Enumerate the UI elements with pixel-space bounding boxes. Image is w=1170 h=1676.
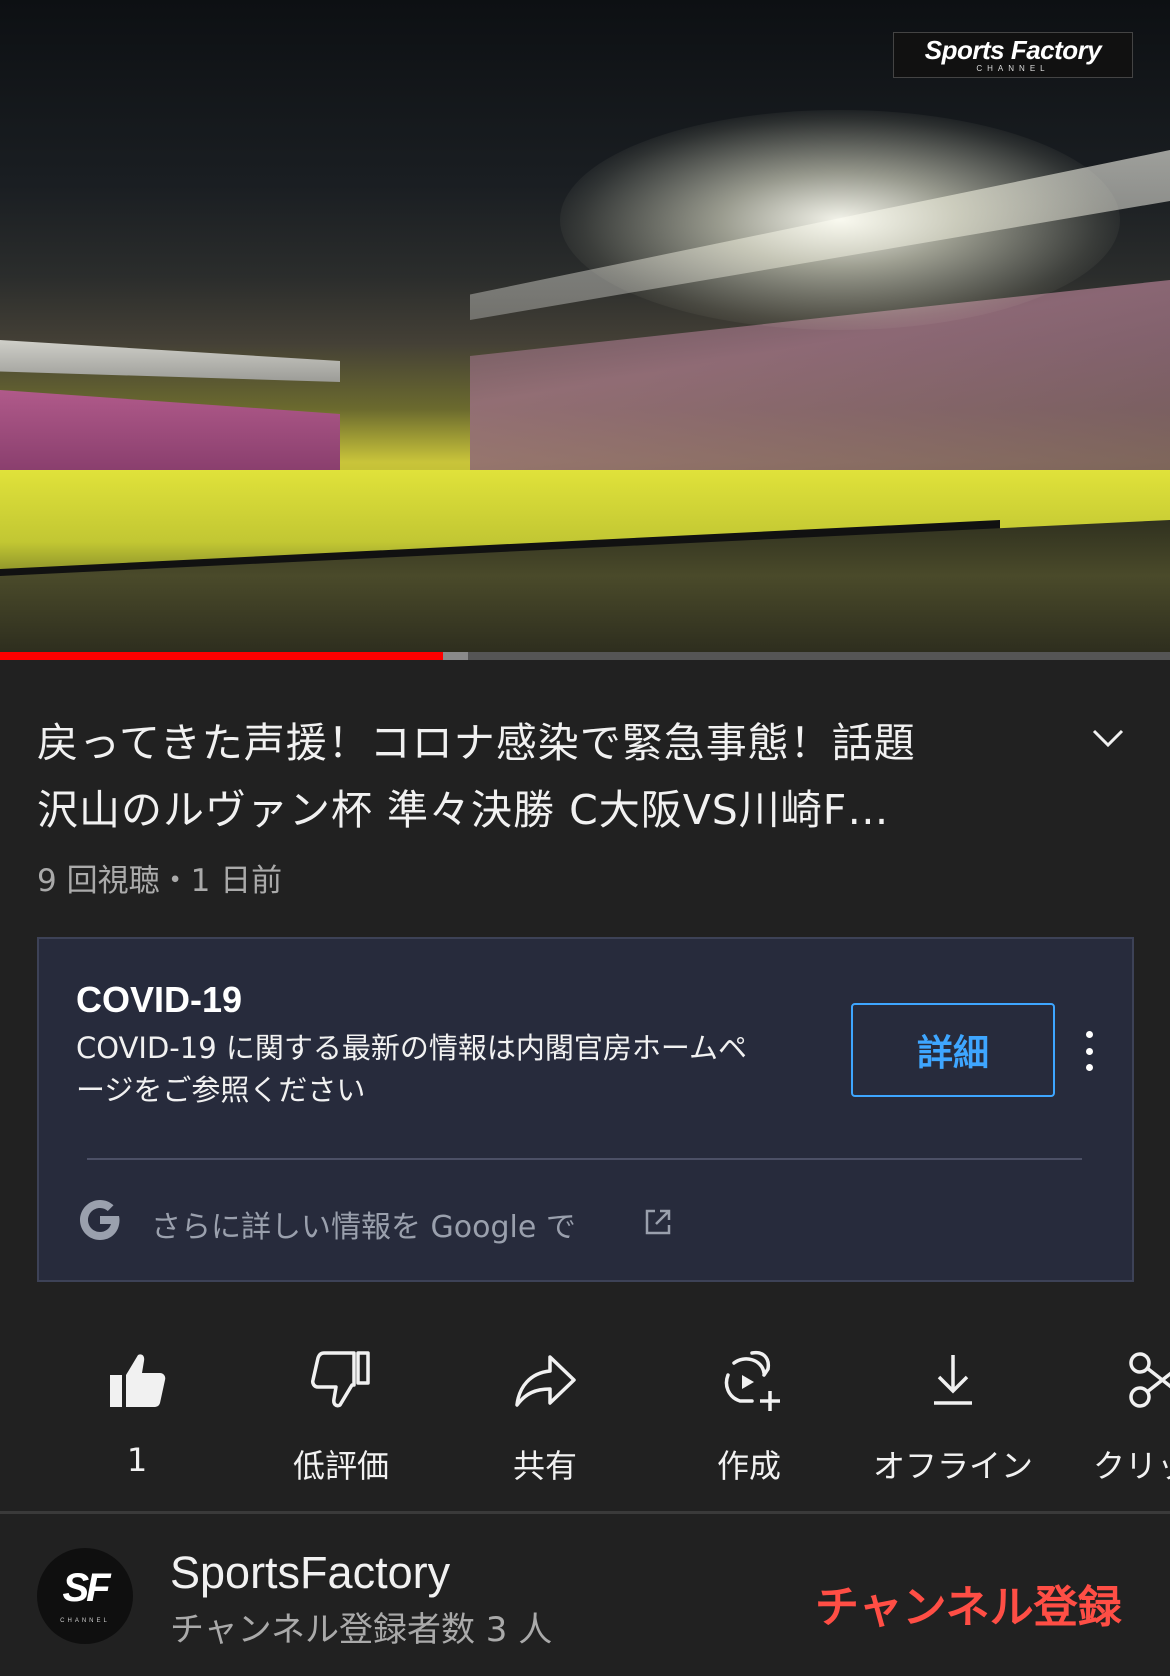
video-player[interactable]: Sports Factory CHANNEL [0,0,1170,660]
like-button[interactable]: 1 [37,1345,237,1479]
avatar-subtext: CHANNEL [60,1618,110,1624]
clip-label: クリップ [1092,1447,1170,1485]
channel-watermark: Sports Factory CHANNEL [893,32,1133,78]
avatar-initials: SF [62,1566,110,1610]
stadium-stand-left-graphic [0,390,340,470]
external-link-icon[interactable] [643,1207,673,1237]
video-meta: 9 回視聴・1 日前 [37,863,283,899]
google-search-link[interactable]: さらに詳しい情報を Google で [151,1202,576,1246]
video-title-line2: 沢山のルヴァン杯 準々決勝 C大阪VS川崎F… [37,786,890,834]
video-progress-bar[interactable] [0,652,1170,660]
subscribe-button[interactable]: チャンネル登録 [815,1571,1122,1635]
subscriber-count: チャンネル登録者数 3 人 [170,1610,553,1650]
scissors-icon [1129,1352,1170,1408]
thumbs-down-icon [311,1351,370,1408]
video-title[interactable]: 戻ってきた声援！コロナ感染で緊急事態！話題 沢山のルヴァン杯 準々決勝 C大阪V… [37,710,1027,844]
floodlight-glow [560,110,1120,330]
details-button[interactable]: 詳細 [851,1003,1055,1097]
progress-played [0,652,444,660]
download-icon [934,1355,972,1405]
share-icon [515,1355,576,1407]
video-title-line1: 戻ってきた声援！コロナ感染で緊急事態！話題 [37,719,916,767]
section-divider [0,1511,1170,1514]
clip-button[interactable]: クリップ [1057,1345,1170,1487]
google-icon [80,1200,120,1240]
watermark-subtext: CHANNEL [976,64,1050,73]
covid-panel-body: COVID-19 に関する最新の情報は内閣官房ホームページをご参照ください [76,1031,748,1107]
dislike-button[interactable]: 低評価 [241,1345,441,1487]
thumbs-up-icon [110,1354,166,1407]
chevron-down-icon[interactable] [1090,723,1126,753]
channel-avatar[interactable]: SF CHANNEL [37,1548,133,1644]
more-options-icon[interactable] [1079,1031,1099,1071]
covid-info-panel: COVID-19 COVID-19 に関する最新の情報は内閣官房ホームページをご… [37,937,1134,1282]
covid-panel-title: COVID-19 [76,979,243,1020]
create-button[interactable]: 作成 [649,1345,849,1487]
share-label: 共有 [512,1447,577,1485]
card-divider [87,1158,1082,1160]
create-icon [724,1350,780,1411]
download-label: オフライン [872,1447,1033,1485]
download-button[interactable]: オフライン [853,1345,1053,1487]
channel-name[interactable]: SportsFactory [170,1547,450,1599]
like-count: 1 [126,1441,148,1479]
watermark-text: Sports Factory [924,35,1102,65]
dislike-label: 低評価 [292,1447,389,1485]
share-button[interactable]: 共有 [445,1345,645,1487]
create-label: 作成 [716,1447,781,1485]
action-bar: 1 低評価 共有 作成 オフライン クリップ [0,1345,1170,1485]
